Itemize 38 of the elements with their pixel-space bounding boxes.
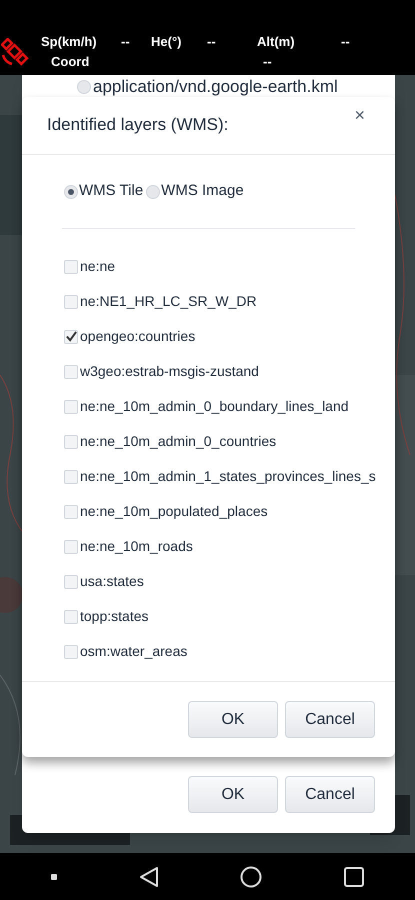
radio-button[interactable] <box>64 184 78 198</box>
recents-icon[interactable] <box>344 866 364 886</box>
layer-label: ne:ne <box>80 257 116 276</box>
layer-label: ne:ne_10m_roads <box>80 537 193 556</box>
checkbox[interactable] <box>64 330 78 344</box>
radio-button[interactable] <box>77 80 91 94</box>
dialog-button[interactable]: Cancel <box>285 701 375 738</box>
dialog-button[interactable]: OK <box>188 776 278 813</box>
dialog-button[interactable]: OK <box>188 701 278 738</box>
radio-button[interactable] <box>146 184 160 198</box>
layer-label: ne:ne_10m_admin_0_countries <box>80 432 276 451</box>
layer-label: ne:ne_10m_admin_0_boundary_lines_land <box>80 397 349 416</box>
metric-label: Alt(m) <box>256 33 296 51</box>
mode-label[interactable]: WMS Image <box>161 180 244 203</box>
layer-label: osm:water_areas <box>80 642 188 661</box>
check-icon <box>66 331 76 342</box>
metric-label: He(°) <box>151 33 182 51</box>
dialog-button[interactable]: Cancel <box>285 776 375 813</box>
layer-label: ne:ne_10m_populated_places <box>80 502 268 521</box>
layer-label: opengeo:countries <box>80 327 196 346</box>
layer-label: topp:states <box>80 607 148 626</box>
satellite-icon <box>1 38 29 66</box>
home-icon[interactable] <box>240 866 262 888</box>
layer-label: ne:NE1_HR_LC_SR_W_DR <box>80 292 257 311</box>
metric-label: Coord <box>51 53 90 71</box>
metric-label: Sp(km/h) <box>41 33 98 51</box>
back-icon[interactable] <box>138 866 159 888</box>
layer-label: ne:ne_10m_admin_1_states_provinces_lines_s <box>80 467 376 486</box>
layer-label: usa:states <box>80 572 144 591</box>
mode-label[interactable]: WMS Tile <box>79 180 144 203</box>
layer-label: w3geo:estrab-msgis-zustand <box>80 362 259 381</box>
dialog-title: Identified layers (WMS): <box>47 114 228 136</box>
metric-value: -- <box>121 33 131 51</box>
option-label: application/vnd.google-earth.kml <box>93 77 338 97</box>
metric-value: -- <box>341 33 351 51</box>
metric-value: -- <box>263 53 272 71</box>
close-button[interactable]: × <box>354 106 365 124</box>
metric-value: -- <box>207 33 217 51</box>
